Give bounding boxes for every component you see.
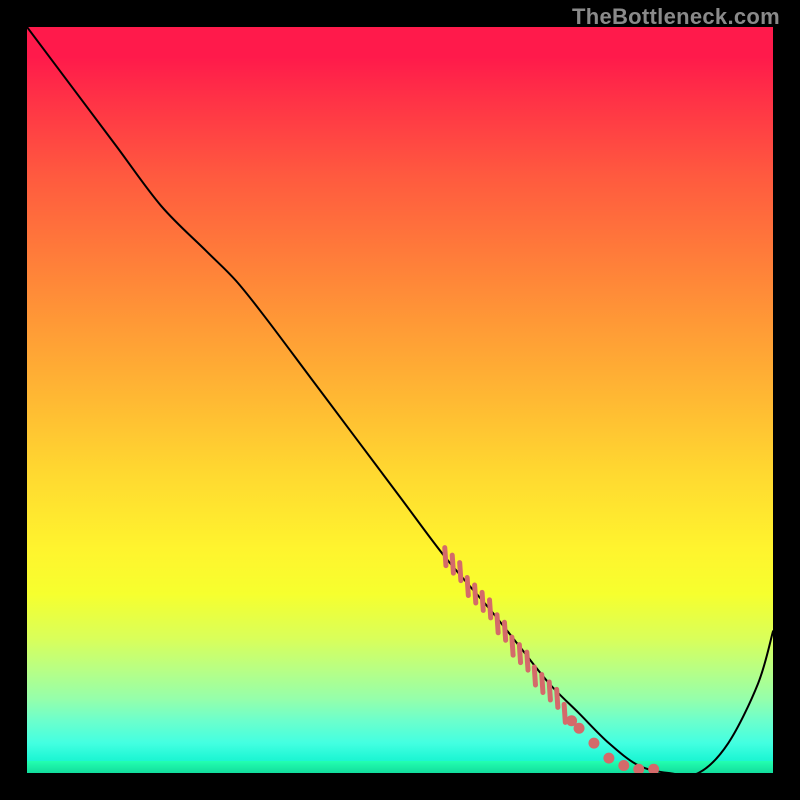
marker-dot xyxy=(633,764,644,773)
marker-tick xyxy=(527,652,528,670)
marker-tick xyxy=(549,682,550,700)
chart-frame: TheBottleneck.com xyxy=(0,0,800,800)
marker-dot xyxy=(648,764,659,773)
marker-tick xyxy=(445,548,446,566)
watermark-label: TheBottleneck.com xyxy=(572,4,780,30)
marker-tick xyxy=(564,704,565,722)
marker-layer xyxy=(27,27,773,773)
marker-tick xyxy=(482,592,483,610)
marker-dot xyxy=(588,738,599,749)
marker-tick xyxy=(542,674,543,692)
marker-tick xyxy=(467,578,468,596)
marker-dot xyxy=(574,723,585,734)
marker-tick xyxy=(460,563,461,581)
marker-tick xyxy=(452,555,453,573)
marker-tick xyxy=(512,637,513,655)
marker-tick xyxy=(497,615,498,633)
marker-tick xyxy=(490,600,491,618)
marker-tick xyxy=(504,622,505,640)
marker-dot xyxy=(603,753,614,764)
highlight-cluster xyxy=(445,548,659,773)
marker-tick xyxy=(519,645,520,663)
marker-tick xyxy=(557,689,558,707)
marker-tick xyxy=(475,585,476,603)
marker-tick xyxy=(534,667,535,685)
marker-dot xyxy=(618,760,629,771)
